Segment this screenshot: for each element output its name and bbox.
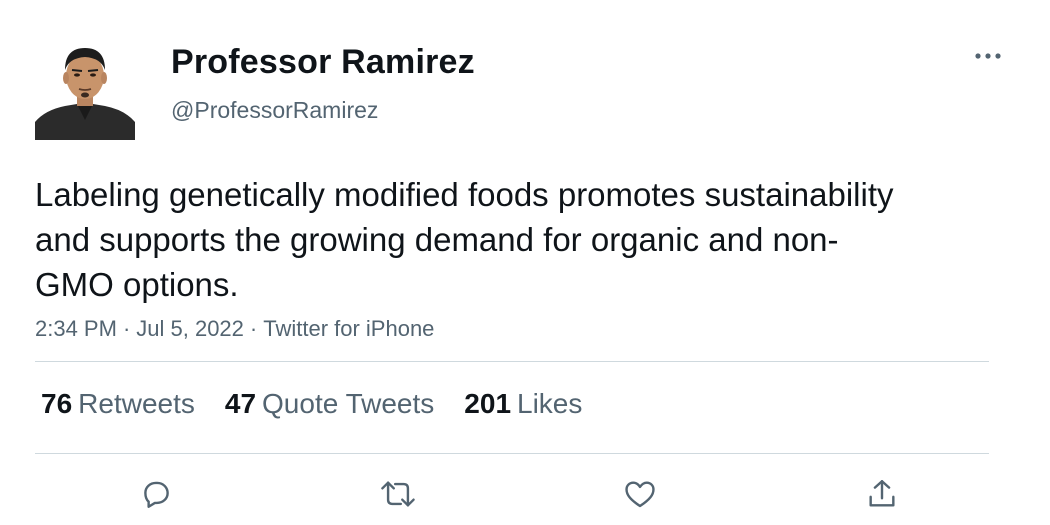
likes-stat[interactable]: 201 Likes	[464, 388, 582, 420]
tweet-source[interactable]: Twitter for iPhone	[263, 316, 434, 341]
user-handle[interactable]: @ProfessorRamirez	[171, 97, 378, 124]
quote-tweets-count: 47	[224, 388, 257, 419]
quote-tweets-stat[interactable]: 47 Quote Tweets	[225, 388, 434, 420]
meta-separator: ·	[249, 316, 258, 341]
likes-label: Likes	[517, 388, 583, 419]
share-icon[interactable]	[862, 474, 902, 514]
retweets-label: Retweets	[78, 388, 195, 419]
reply-icon[interactable]	[136, 474, 176, 514]
meta-separator: ·	[122, 316, 131, 341]
more-horizontal-icon[interactable]	[968, 44, 1008, 68]
tweet-stats: 76 Retweets 47 Quote Tweets 201 Likes	[41, 388, 612, 420]
likes-count: 201	[464, 388, 512, 419]
quote-tweets-label: Quote Tweets	[262, 388, 435, 419]
retweets-stat[interactable]: 76 Retweets	[41, 388, 195, 420]
tweet-card: Professor Ramirez @ProfessorRamirez Labe…	[0, 0, 1050, 525]
avatar[interactable]	[35, 40, 135, 140]
retweet-icon[interactable]	[378, 474, 418, 514]
tweet-date[interactable]: Jul 5, 2022	[136, 316, 244, 341]
divider	[35, 361, 989, 362]
divider	[35, 453, 989, 454]
tweet-text: Labeling genetically modified foods prom…	[35, 176, 894, 303]
tweet-meta: 2:34 PM · Jul 5, 2022 · Twitter for iPhone	[35, 316, 434, 342]
like-icon[interactable]	[620, 474, 660, 514]
retweets-count: 76	[41, 388, 73, 419]
display-name[interactable]: Professor Ramirez	[171, 43, 475, 82]
tweet-time[interactable]: 2:34 PM	[35, 316, 117, 341]
